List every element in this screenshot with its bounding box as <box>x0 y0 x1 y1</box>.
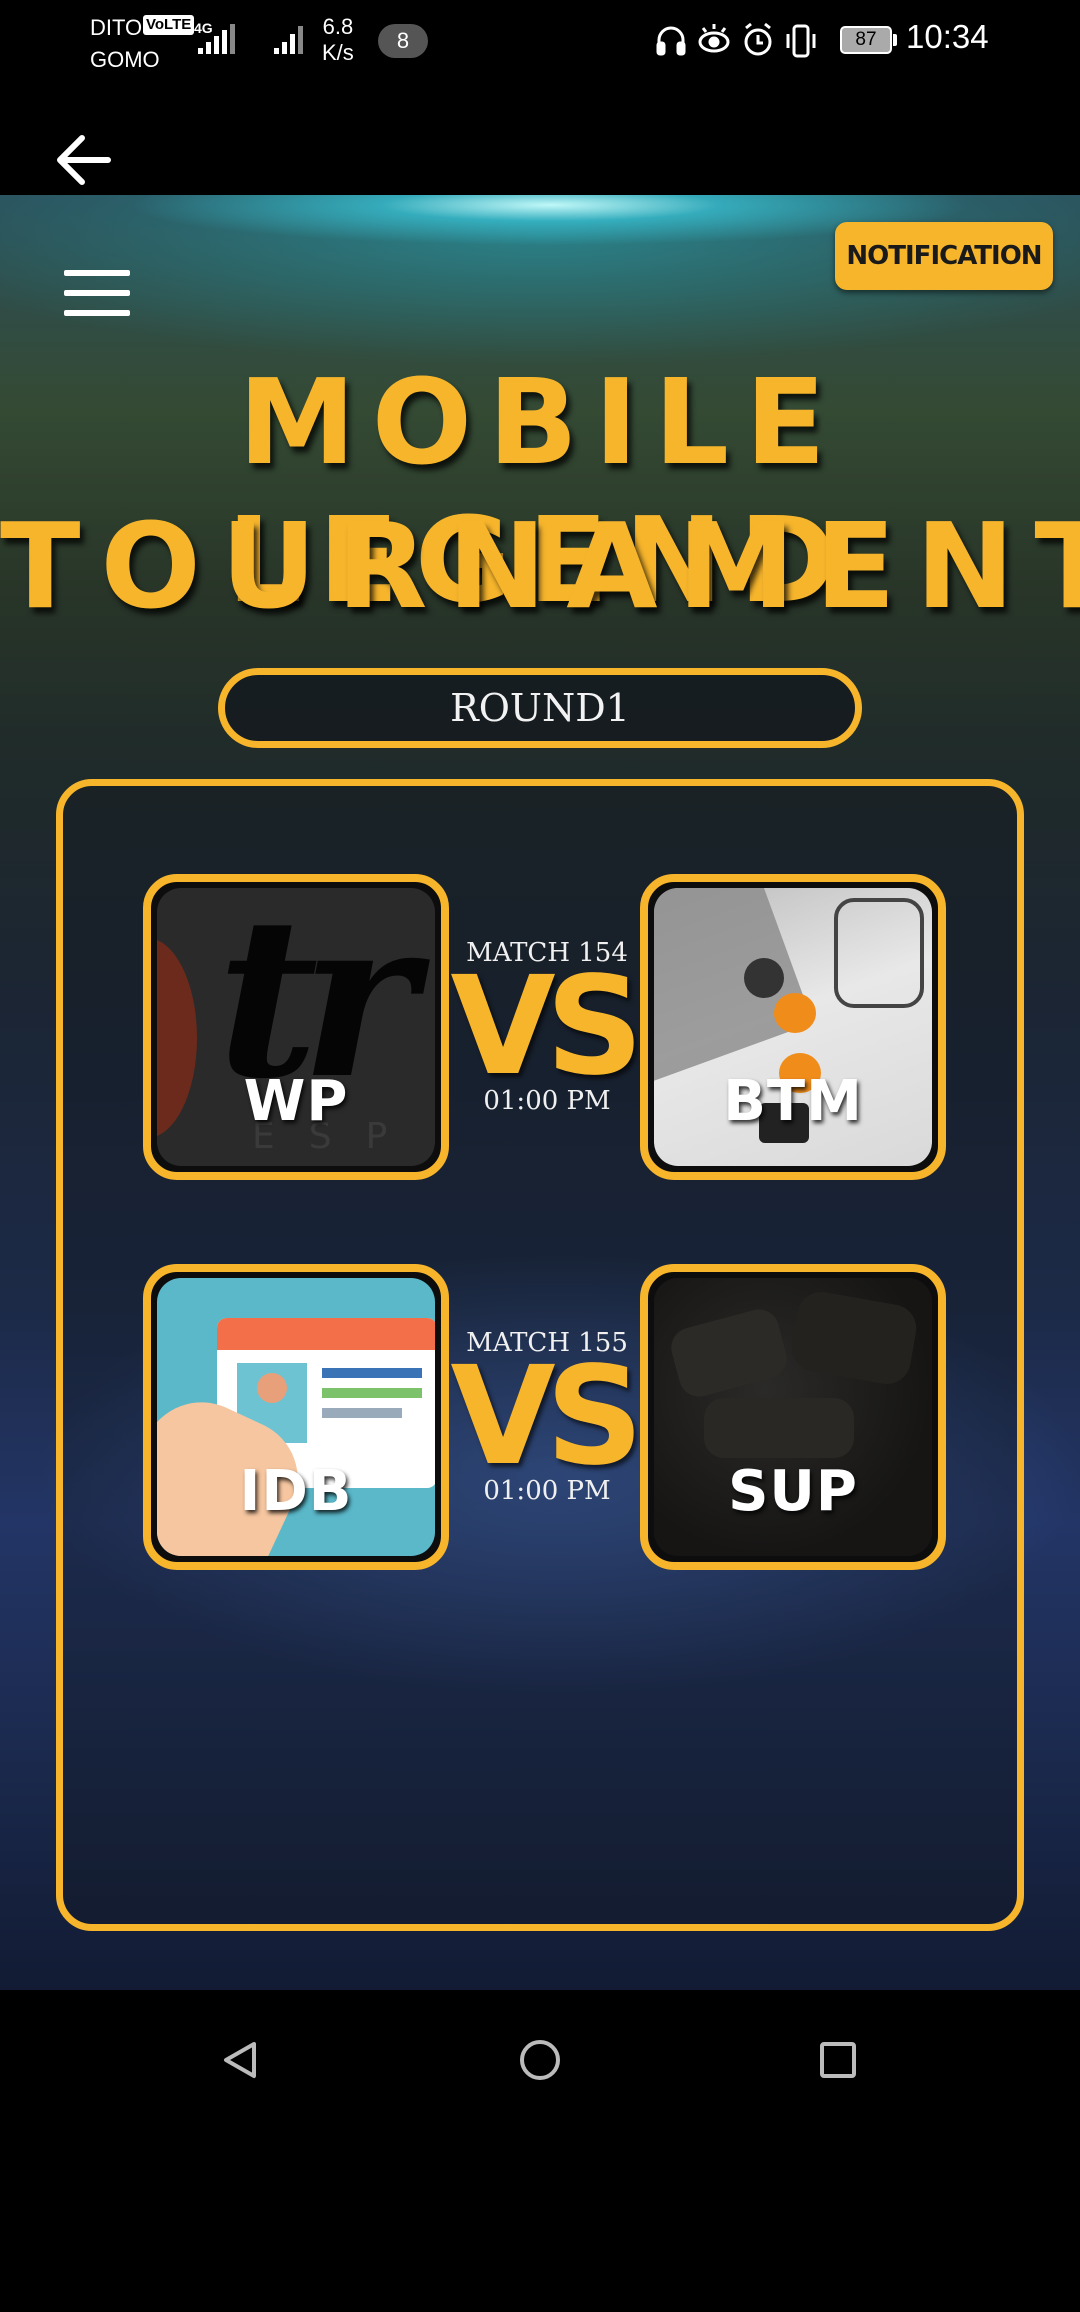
team-name: SUP <box>728 1459 858 1524</box>
match-info: MATCH 154 VS 01:00 PM <box>447 938 647 1116</box>
tournament-screen: NOTIFICATION MOBILE LEGEND TOURNAMENT RO… <box>0 195 1080 1990</box>
team-name: IDB <box>239 1459 353 1524</box>
round-selector[interactable]: ROUND1 <box>218 668 862 748</box>
team-card-wp[interactable]: tr ESP WP <box>143 874 449 1180</box>
team-name: BTM <box>723 1069 863 1134</box>
square-recents-icon[interactable] <box>808 2030 868 2090</box>
speed-value: 6.8 <box>322 14 354 39</box>
signal-icon <box>198 24 235 54</box>
vs-label: VS <box>450 948 643 1106</box>
matches-panel: tr ESP WP MATCH 154 VS 01:00 PM BTM IDB … <box>56 779 1024 1931</box>
team-card-idb[interactable]: IDB <box>143 1264 449 1570</box>
volte-badge: VoLTE <box>143 15 195 35</box>
hamburger-menu-icon[interactable] <box>64 270 130 316</box>
signal-icon <box>274 26 303 54</box>
clock: 10:34 <box>906 18 989 55</box>
eye-comfort-icon <box>698 24 730 53</box>
team-card-sup[interactable]: SUP <box>640 1264 946 1570</box>
page-title-line-2: TOURNAMENT <box>0 497 1080 635</box>
match-info: MATCH 155 VS 01:00 PM <box>447 1328 647 1506</box>
carrier-2: GOMO <box>90 47 160 72</box>
notification-count-badge: 8 <box>378 24 428 58</box>
speed-unit: K/s <box>322 40 354 65</box>
status-bar: DITO GOMO VoLTE 4G 6.8 K/s 8 87 10:34 <box>0 0 1080 90</box>
status-icons <box>655 20 825 66</box>
notification-button[interactable]: NOTIFICATION <box>835 222 1053 290</box>
circle-home-icon[interactable] <box>510 2030 570 2090</box>
battery-tip <box>893 34 897 46</box>
system-nav-bar <box>0 1990 1080 2312</box>
network-speed: 6.8 K/s <box>322 14 354 66</box>
team-name: WP <box>243 1069 349 1134</box>
vibrate-icon <box>786 24 816 58</box>
team-card-btm[interactable]: BTM <box>640 874 946 1180</box>
app-bar <box>0 90 1080 195</box>
alarm-icon <box>744 22 772 56</box>
vs-label: VS <box>450 1338 643 1496</box>
headset-icon <box>656 26 686 56</box>
triangle-back-icon[interactable] <box>212 2030 272 2090</box>
arrow-left-icon[interactable] <box>50 130 120 190</box>
battery-icon: 87 <box>840 26 892 54</box>
